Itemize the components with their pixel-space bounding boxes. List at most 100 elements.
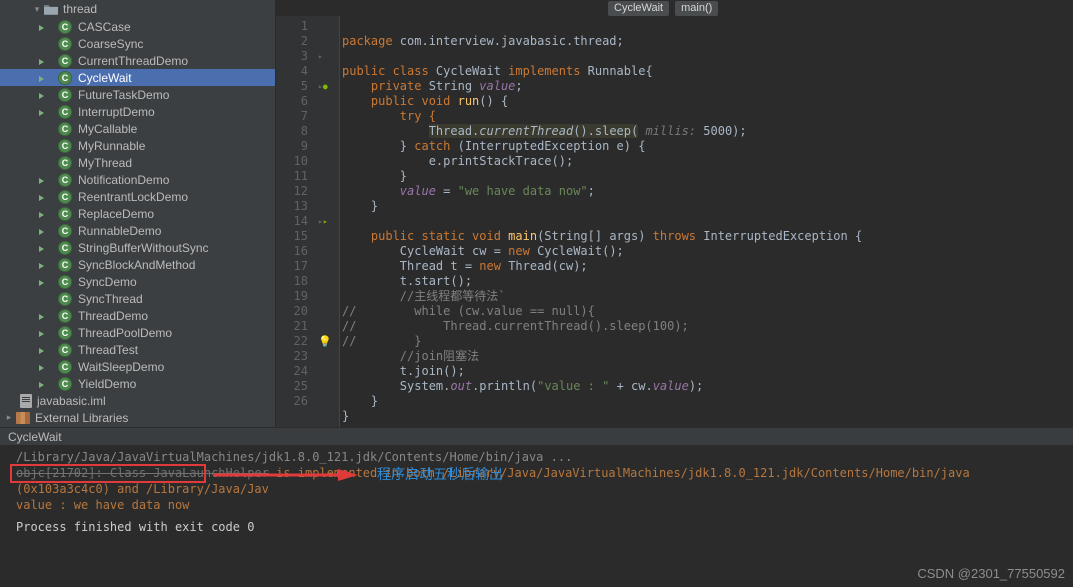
tree-class-label: ThreadDemo <box>78 309 148 323</box>
tree-class-myrunnable[interactable]: CMyRunnable <box>0 137 275 154</box>
tree-class-futuretaskdemo[interactable]: C FutureTaskDemo <box>0 86 275 103</box>
breadcrumb-method[interactable]: main() <box>675 1 718 16</box>
run-badge-icon <box>39 93 44 99</box>
file-icon <box>20 394 32 408</box>
run-badge-icon <box>39 59 44 65</box>
tree-class-label: SyncDemo <box>78 275 137 289</box>
tree-class-syncblockandmethod[interactable]: C SyncBlockAndMethod <box>0 256 275 273</box>
annotation-text: 程序启动五秒后输出 <box>377 466 503 482</box>
tree-class-yielddemo[interactable]: C YieldDemo <box>0 375 275 392</box>
caret-down-icon: ▾ <box>32 4 42 15</box>
tree-class-threadpooldemo[interactable]: C ThreadPoolDemo <box>0 324 275 341</box>
fold-gutter: ● ▸ 💡 <box>316 16 340 427</box>
class-icon: C <box>58 156 72 170</box>
code-area[interactable]: 1234567891011121314151617181920212223242… <box>276 16 1073 427</box>
class-icon: C <box>58 360 72 374</box>
tree-class-stringbufferwithoutsync[interactable]: C StringBufferWithoutSync <box>0 239 275 256</box>
class-icon: C <box>58 377 72 391</box>
console-exit: Process finished with exit code 0 <box>16 519 1057 535</box>
class-icon: C <box>58 105 72 119</box>
run-badge-icon <box>39 314 44 320</box>
tree-class-label: CycleWait <box>78 71 132 85</box>
tree-class-label: MyThread <box>78 156 132 170</box>
tree-class-coarsesync[interactable]: C CoarseSync <box>0 35 275 52</box>
run-badge-icon <box>39 382 44 388</box>
class-icon: C <box>58 88 72 102</box>
class-icon: C <box>58 292 72 306</box>
tree-class-replacedemo[interactable]: CReplaceDemo <box>0 205 275 222</box>
tree-class-reentrantlockdemo[interactable]: CReentrantLockDemo <box>0 188 275 205</box>
breadcrumb-class[interactable]: CycleWait <box>608 1 669 16</box>
watermark: CSDN @2301_77550592 <box>917 566 1065 581</box>
class-icon: C <box>58 139 72 153</box>
run-badge-icon <box>39 280 44 286</box>
tree-class-label: StringBufferWithoutSync <box>78 241 209 255</box>
console-output: value : we have data now <box>16 497 1057 513</box>
tree-class-mythread[interactable]: C MyThread <box>0 154 275 171</box>
class-icon: C <box>58 241 72 255</box>
class-icon: C <box>58 20 72 34</box>
tree-class-label: FutureTaskDemo <box>78 88 169 102</box>
run-tool-tab[interactable]: CycleWait <box>0 427 1073 445</box>
tree-class-cyclewait[interactable]: CCycleWait <box>0 69 275 86</box>
class-icon: C <box>58 258 72 272</box>
breadcrumb-bar: CycleWait main() <box>276 0 1073 16</box>
run-badge-icon <box>39 212 44 218</box>
tree-file-iml[interactable]: javabasic.iml <box>0 392 275 409</box>
run-badge-icon <box>39 25 44 31</box>
run-tab-label: CycleWait <box>8 430 62 444</box>
tree-class-waitsleepdemo[interactable]: C WaitSleepDemo <box>0 358 275 375</box>
tree-class-label: SyncBlockAndMethod <box>78 258 195 272</box>
tree-class-label: ReplaceDemo <box>78 207 154 221</box>
tree-class-interruptdemo[interactable]: C InterruptDemo <box>0 103 275 120</box>
external-libs-label: External Libraries <box>35 411 128 425</box>
tree-class-label: YieldDemo <box>78 377 136 391</box>
tree-class-syncthread[interactable]: C SyncThread <box>0 290 275 307</box>
tree-class-label: CoarseSync <box>78 37 143 51</box>
tree-class-label: MyCallable <box>78 122 137 136</box>
folder-icon <box>44 3 58 15</box>
library-icon <box>16 412 30 424</box>
tree-class-currentthreaddemo[interactable]: CCurrentThreadDemo <box>0 52 275 69</box>
editor-pane: CycleWait main() 12345678910111213141516… <box>276 0 1073 427</box>
run-badge-icon <box>39 331 44 337</box>
run-badge-icon <box>39 348 44 354</box>
run-badge-icon <box>39 76 44 82</box>
tree-class-label: CASCase <box>78 20 131 34</box>
tree-class-mycallable[interactable]: CMyCallable <box>0 120 275 137</box>
intention-bulb-icon: 💡 <box>316 334 339 349</box>
tree-class-runnabledemo[interactable]: CRunnableDemo <box>0 222 275 239</box>
tree-class-syncdemo[interactable]: C SyncDemo <box>0 273 275 290</box>
tree-class-cascase[interactable]: C CASCase <box>0 18 275 35</box>
run-badge-icon <box>39 178 44 184</box>
tree-class-threadtest[interactable]: CThreadTest <box>0 341 275 358</box>
tree-class-notificationdemo[interactable]: CNotificationDemo <box>0 171 275 188</box>
tree-folder-thread[interactable]: ▾ thread <box>0 0 275 18</box>
run-badge-icon <box>39 110 44 116</box>
code-text[interactable]: package com.interview.javabasic.thread; … <box>340 16 862 427</box>
tree-class-label: WaitSleepDemo <box>78 360 164 374</box>
console-command: /Library/Java/JavaVirtualMachines/jdk1.8… <box>16 449 1057 465</box>
main-split: ▾ thread C CASCase C CoarseSyncCCurrentThre… <box>0 0 1073 427</box>
class-icon: C <box>58 326 72 340</box>
run-badge-icon <box>39 263 44 269</box>
tree-class-label: SyncThread <box>78 292 143 306</box>
class-icon: C <box>58 224 72 238</box>
class-icon: C <box>58 37 72 51</box>
tree-class-label: ThreadPoolDemo <box>78 326 172 340</box>
run-badge-icon <box>39 246 44 252</box>
class-icon: C <box>58 190 72 204</box>
tree-external-libraries[interactable]: ▸ External Libraries <box>0 409 275 426</box>
run-badge-icon <box>39 365 44 371</box>
tree-class-threaddemo[interactable]: CThreadDemo <box>0 307 275 324</box>
class-icon: C <box>58 173 72 187</box>
run-badge-icon <box>39 195 44 201</box>
project-sidebar[interactable]: ▾ thread C CASCase C CoarseSyncCCurrentThre… <box>0 0 276 427</box>
class-icon: C <box>58 343 72 357</box>
class-icon: C <box>58 54 72 68</box>
tree-class-label: InterruptDemo <box>78 105 155 119</box>
console-panel[interactable]: /Library/Java/JavaVirtualMachines/jdk1.8… <box>0 445 1073 565</box>
class-icon: C <box>58 275 72 289</box>
run-gutter-icon: ● <box>316 79 339 94</box>
tree-folder-label: thread <box>63 2 97 16</box>
